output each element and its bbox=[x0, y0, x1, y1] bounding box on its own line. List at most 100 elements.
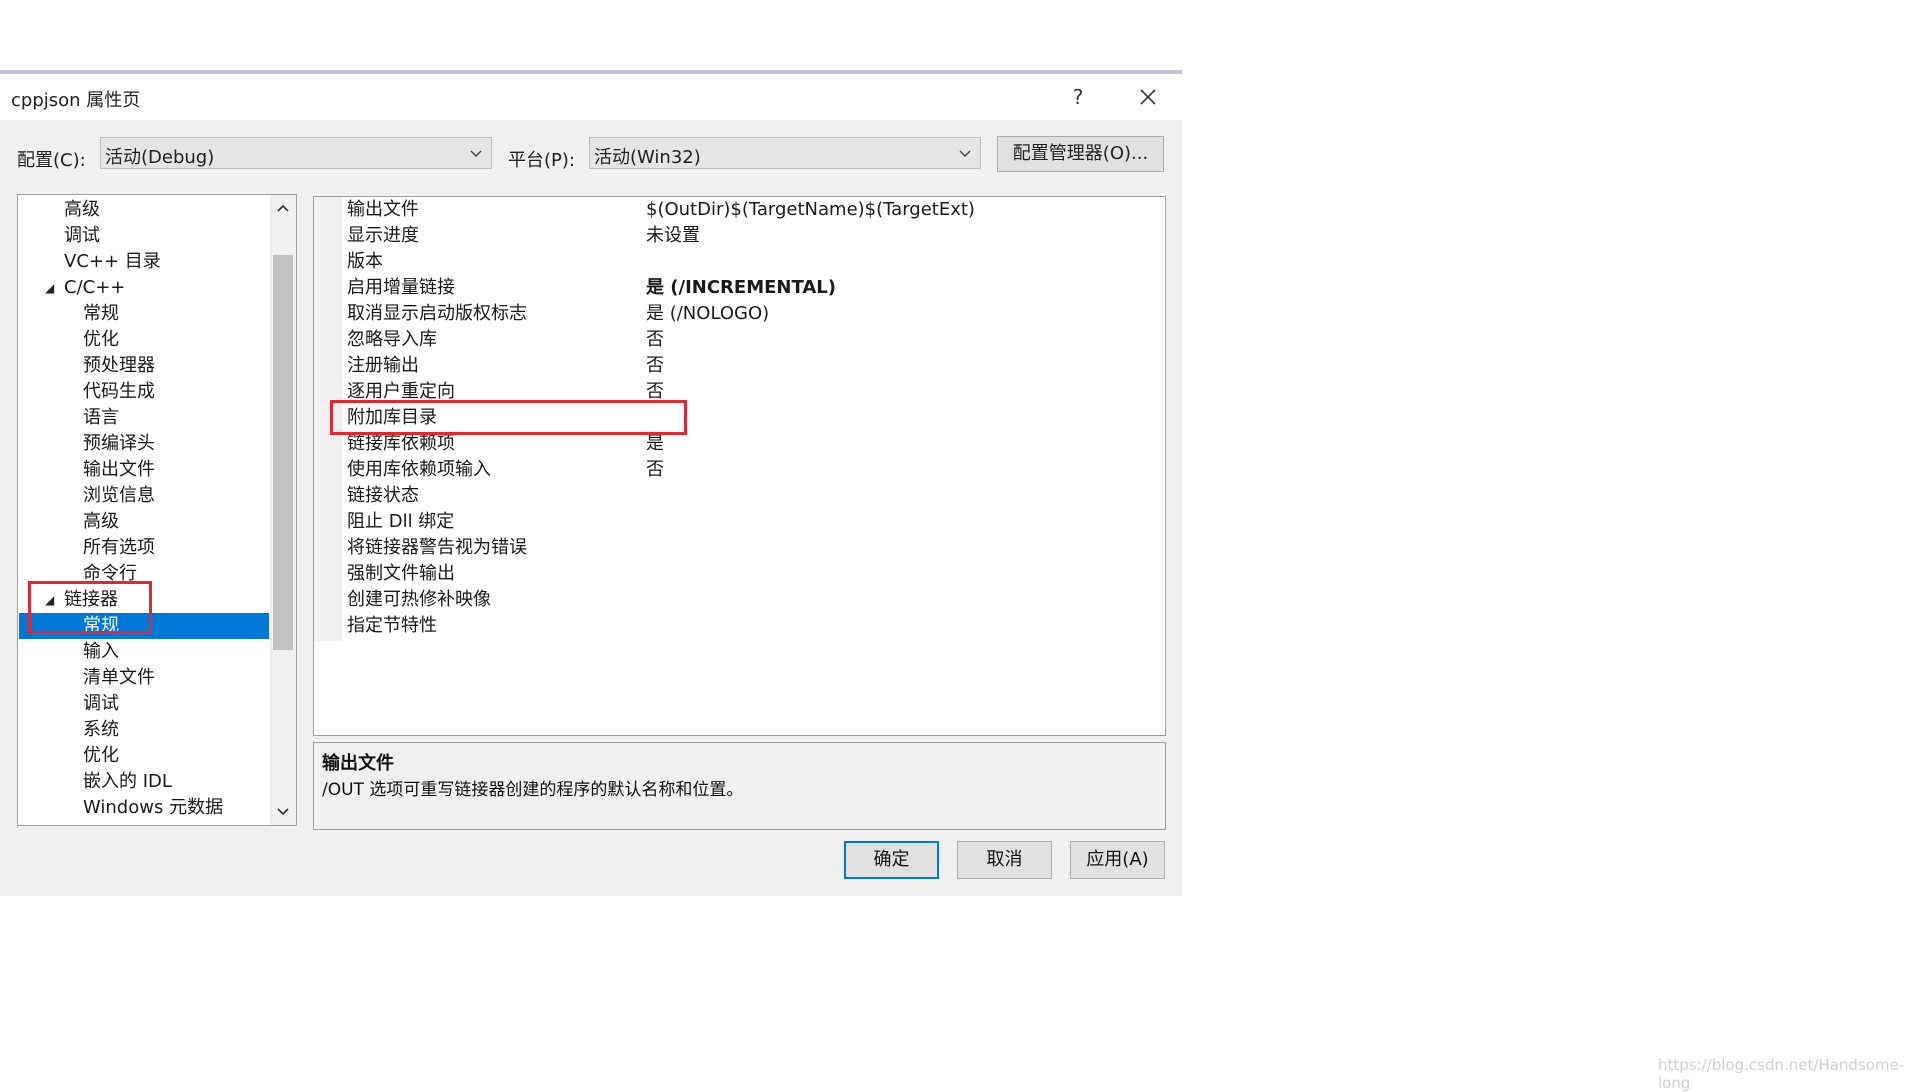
tree-item-linker[interactable]: ◢ 链接器 bbox=[19, 587, 269, 613]
property-name: 指定节特性 bbox=[347, 615, 437, 636]
tree-item[interactable]: 调试 bbox=[19, 691, 269, 717]
tree-item-label: 优化 bbox=[83, 329, 119, 350]
tree-item-label: 嵌入的 IDL bbox=[83, 771, 172, 792]
property-name: 启用增量链接 bbox=[347, 277, 455, 298]
property-value[interactable]: 否 bbox=[646, 457, 664, 483]
apply-button[interactable]: 应用(A) bbox=[1070, 841, 1165, 879]
ok-button[interactable]: 确定 bbox=[844, 841, 939, 879]
tree-item-label: 预编译头 bbox=[83, 433, 155, 454]
property-row[interactable]: 链接状态 bbox=[314, 483, 1165, 509]
help-button[interactable]: ? bbox=[1058, 82, 1098, 112]
property-row[interactable]: 注册输出 否 bbox=[314, 353, 1165, 379]
property-row[interactable]: 输出文件 $(OutDir)$(TargetName)$(TargetExt) bbox=[314, 197, 1165, 223]
chevron-down-icon bbox=[959, 150, 971, 157]
tree-item[interactable]: 代码生成 bbox=[19, 379, 269, 405]
property-name: 版本 bbox=[347, 251, 383, 272]
description-title: 输出文件 bbox=[322, 753, 394, 774]
tree-item-label: 高级 bbox=[83, 511, 119, 532]
property-row[interactable]: 显示进度 未设置 bbox=[314, 223, 1165, 249]
tree-item-label: C/C++ bbox=[64, 277, 126, 298]
tree-item[interactable]: 高级 bbox=[19, 197, 269, 223]
property-row[interactable]: 创建可热修补映像 bbox=[314, 587, 1165, 613]
scroll-thumb[interactable] bbox=[273, 255, 293, 650]
property-row[interactable]: 启用增量链接 是 (/INCREMENTAL) bbox=[314, 275, 1165, 301]
tree-item[interactable]: 输出文件 bbox=[19, 457, 269, 483]
property-name: 创建可热修补映像 bbox=[347, 589, 491, 610]
property-row[interactable]: 忽略导入库 否 bbox=[314, 327, 1165, 353]
tree-item[interactable]: 优化 bbox=[19, 743, 269, 769]
property-value[interactable]: 否 bbox=[646, 327, 664, 353]
property-value[interactable]: 未设置 bbox=[646, 223, 700, 249]
tree-item[interactable]: 系统 bbox=[19, 717, 269, 743]
tree-item[interactable]: 常规 bbox=[19, 301, 269, 327]
tree-scrollbar[interactable] bbox=[270, 195, 296, 825]
expand-triangle-icon[interactable]: ◢ bbox=[45, 275, 54, 301]
tree-item[interactable]: 命令行 bbox=[19, 561, 269, 587]
close-icon bbox=[1140, 89, 1156, 105]
tree-item[interactable]: 所有选项 bbox=[19, 535, 269, 561]
property-value[interactable]: 是 (/INCREMENTAL) bbox=[646, 275, 836, 301]
tree-item[interactable]: 高级 bbox=[19, 509, 269, 535]
property-value[interactable]: 是 (/NOLOGO) bbox=[646, 301, 769, 327]
property-name: 强制文件输出 bbox=[347, 563, 455, 584]
property-name: 链接库依赖项 bbox=[347, 433, 455, 454]
tree-item-label: 浏览信息 bbox=[83, 485, 155, 506]
config-dropdown[interactable]: 活动(Debug) bbox=[100, 137, 492, 169]
description-panel: 输出文件 /OUT 选项可重写链接器创建的程序的默认名称和位置。 bbox=[313, 742, 1166, 830]
tree-item-label: 调试 bbox=[83, 693, 119, 714]
tree-item-cpp[interactable]: ◢ C/C++ bbox=[19, 275, 269, 301]
property-row[interactable]: 使用库依赖项输入 否 bbox=[314, 457, 1165, 483]
property-row[interactable]: 阻止 Dll 绑定 bbox=[314, 509, 1165, 535]
property-row-additional-lib-dirs[interactable]: 附加库目录 bbox=[314, 405, 1165, 431]
property-row[interactable]: 链接库依赖项 是 bbox=[314, 431, 1165, 457]
tree-item[interactable]: 清单文件 bbox=[19, 665, 269, 691]
scroll-up-button[interactable] bbox=[270, 195, 296, 221]
tree-item[interactable]: 预编译头 bbox=[19, 431, 269, 457]
tree-item[interactable]: 浏览信息 bbox=[19, 483, 269, 509]
property-name: 取消显示启动版权标志 bbox=[347, 303, 527, 324]
property-row[interactable]: 版本 bbox=[314, 249, 1165, 275]
property-name: 输出文件 bbox=[347, 199, 419, 220]
platform-label: 平台(P): bbox=[508, 150, 575, 171]
tree-item-linker-general[interactable]: 常规 bbox=[19, 613, 269, 639]
tree-item[interactable]: 优化 bbox=[19, 327, 269, 353]
scroll-down-button[interactable] bbox=[270, 799, 296, 825]
title-bar: cppjson 属性页 ? bbox=[0, 74, 1182, 120]
tree-item[interactable]: 调试 bbox=[19, 223, 269, 249]
config-value: 活动(Debug) bbox=[105, 147, 215, 168]
tree-item[interactable]: 输入 bbox=[19, 639, 269, 665]
config-manager-button[interactable]: 配置管理器(O)... bbox=[997, 136, 1164, 172]
cancel-button[interactable]: 取消 bbox=[957, 841, 1052, 879]
property-name: 链接状态 bbox=[347, 485, 419, 506]
property-value[interactable]: 是 bbox=[646, 431, 664, 457]
platform-dropdown[interactable]: 活动(Win32) bbox=[589, 137, 981, 169]
tree-item-label: 链接器 bbox=[64, 589, 118, 610]
property-row[interactable]: 指定节特性 bbox=[314, 613, 1165, 639]
property-row[interactable]: 强制文件输出 bbox=[314, 561, 1165, 587]
tree-item[interactable]: 语言 bbox=[19, 405, 269, 431]
tree-item-label: 高级 bbox=[64, 199, 100, 220]
property-row[interactable]: 将链接器警告视为错误 bbox=[314, 535, 1165, 561]
property-row[interactable]: 取消显示启动版权标志 是 (/NOLOGO) bbox=[314, 301, 1165, 327]
property-name: 显示进度 bbox=[347, 225, 419, 246]
expand-triangle-icon[interactable]: ◢ bbox=[45, 587, 54, 613]
property-row[interactable]: 逐用户重定向 否 bbox=[314, 379, 1165, 405]
tree-item-label: 输出文件 bbox=[83, 459, 155, 480]
tree-item-label: 常规 bbox=[83, 615, 119, 636]
description-text: /OUT 选项可重写链接器创建的程序的默认名称和位置。 bbox=[322, 780, 744, 800]
chevron-down-icon bbox=[277, 808, 289, 816]
tree-item-label: Windows 元数据 bbox=[83, 797, 224, 818]
close-button[interactable] bbox=[1128, 82, 1168, 112]
chevron-down-icon bbox=[470, 150, 482, 157]
tree-item-label: 语言 bbox=[83, 407, 119, 428]
property-value[interactable]: 否 bbox=[646, 353, 664, 379]
tree-item[interactable]: 嵌入的 IDL bbox=[19, 769, 269, 795]
property-name: 将链接器警告视为错误 bbox=[347, 537, 527, 558]
tree-item[interactable]: Windows 元数据 bbox=[19, 795, 269, 821]
tree-item-label: 命令行 bbox=[83, 563, 137, 584]
tree-item-label: 所有选项 bbox=[83, 537, 155, 558]
property-value[interactable]: $(OutDir)$(TargetName)$(TargetExt) bbox=[646, 197, 975, 223]
tree-item[interactable]: VC++ 目录 bbox=[19, 249, 269, 275]
tree-item[interactable]: 预处理器 bbox=[19, 353, 269, 379]
property-value[interactable]: 否 bbox=[646, 379, 664, 405]
